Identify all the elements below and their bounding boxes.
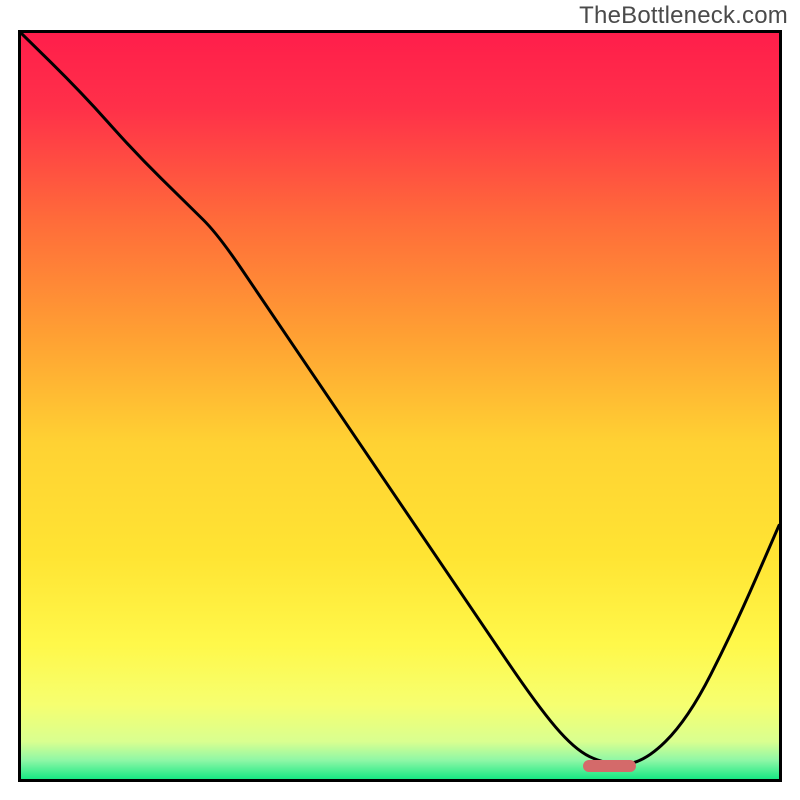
watermark-text: TheBottleneck.com — [579, 2, 788, 30]
chart-frame: TheBottleneck.com — [0, 0, 800, 800]
bottleneck-curve — [21, 33, 779, 779]
optimal-range-marker — [583, 760, 636, 772]
plot-area — [18, 30, 782, 782]
